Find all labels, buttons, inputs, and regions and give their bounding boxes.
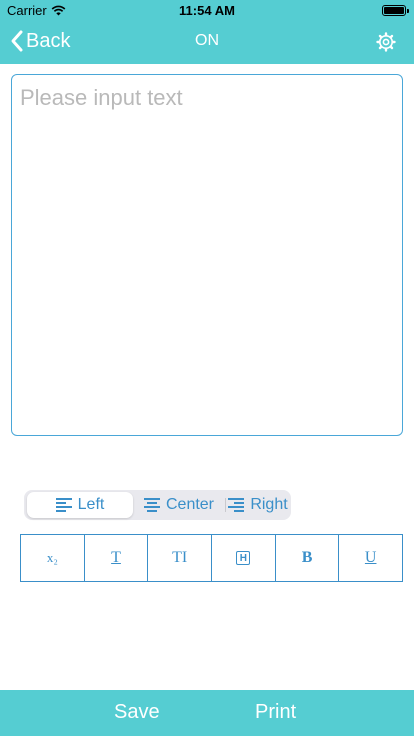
- font-size-button[interactable]: T: [85, 535, 149, 581]
- header: Carrier 11:54 AM Back ON: [0, 0, 414, 64]
- bottom-bar: Save Print: [0, 690, 414, 736]
- highlight-icon: H: [236, 551, 251, 565]
- align-right-icon: [228, 498, 245, 512]
- save-button[interactable]: Save: [114, 701, 160, 724]
- align-center-option[interactable]: Center: [135, 492, 223, 518]
- gear-icon[interactable]: [376, 32, 396, 52]
- bold-button[interactable]: B: [276, 535, 340, 581]
- text-height-icon: TI: [172, 549, 188, 566]
- text-height-button[interactable]: TI: [148, 535, 213, 581]
- subscript-icon: x₂: [46, 550, 58, 565]
- text-style-toolbar: x₂ T TI H B U: [20, 534, 403, 582]
- text-editor: [11, 74, 403, 436]
- align-left-label: Left: [77, 496, 105, 513]
- align-center-label: Center: [165, 496, 215, 513]
- highlight-button[interactable]: H: [212, 535, 276, 581]
- subscript-button[interactable]: x₂: [21, 535, 85, 581]
- align-right-option[interactable]: Right: [227, 492, 289, 518]
- underline-icon: U: [364, 549, 377, 566]
- status-bar: Carrier 11:54 AM: [0, 0, 414, 20]
- underline-button[interactable]: U: [339, 535, 402, 581]
- bold-icon: B: [301, 549, 313, 566]
- align-right-label: Right: [250, 496, 288, 513]
- battery-icon: [382, 5, 409, 16]
- navigation-bar: Back ON: [0, 20, 414, 64]
- battery-nub: [407, 9, 409, 13]
- align-left-option[interactable]: Left: [27, 492, 133, 518]
- print-button[interactable]: Print: [255, 701, 296, 724]
- align-center-icon: [143, 498, 160, 512]
- text-size-icon: T: [111, 549, 121, 566]
- alignment-segmented-control: Left Center Right: [24, 490, 291, 520]
- app-screen: Carrier 11:54 AM Back ON Please input te…: [0, 0, 414, 736]
- segment-divider: [225, 498, 226, 512]
- battery-level: [384, 7, 404, 14]
- page-title: ON: [195, 32, 219, 49]
- text-input[interactable]: [12, 75, 402, 435]
- align-left-icon: [55, 498, 72, 512]
- status-time: 11:54 AM: [179, 3, 235, 18]
